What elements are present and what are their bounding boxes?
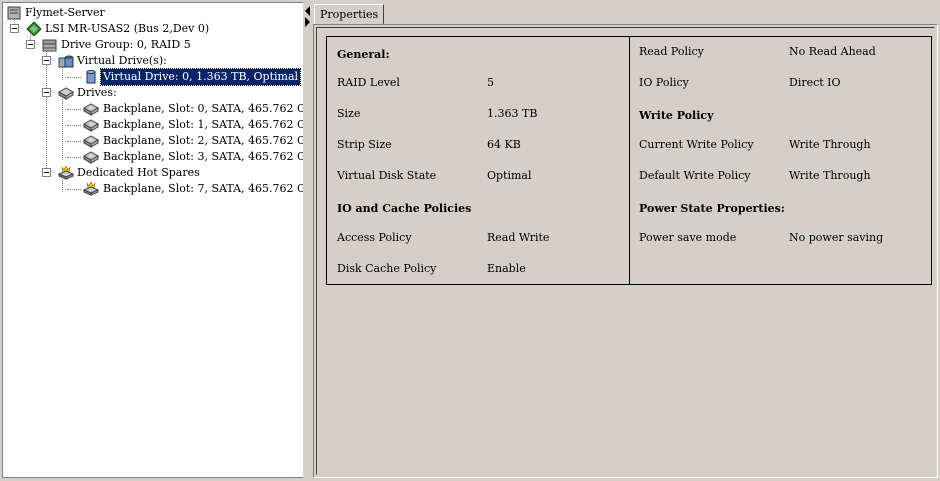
collapse-toggle-icon[interactable] bbox=[42, 56, 51, 65]
power-save-label: Power save mode bbox=[639, 231, 737, 244]
drives-icon bbox=[58, 87, 74, 100]
tree-item-label: Backplane, Slot: 7, SATA, 465.762 GB, De bbox=[103, 182, 303, 195]
raid-level-value: 5 bbox=[487, 76, 494, 89]
drive-group-icon bbox=[42, 39, 57, 52]
raid-level-label: RAID Level bbox=[337, 76, 400, 89]
io-policy-label: IO Policy bbox=[639, 76, 689, 89]
tree-item-label: Backplane, Slot: 2, SATA, 465.762 GB, O: bbox=[103, 134, 303, 147]
tree-item-label: Backplane, Slot: 1, SATA, 465.762 GB, O: bbox=[103, 118, 303, 131]
strip-size-label: Strip Size bbox=[337, 138, 392, 151]
disk-cache-label: Disk Cache Policy bbox=[337, 262, 437, 275]
disk-cache-value: Enable bbox=[487, 262, 526, 275]
hard-disk-icon bbox=[83, 151, 99, 164]
collapse-left-icon[interactable] bbox=[305, 6, 310, 16]
tree-item-label: Virtual Drive: 0, 1.363 TB, Optimal bbox=[99, 68, 302, 86]
tree-item-label: Backplane, Slot: 3, SATA, 465.762 GB, O: bbox=[103, 150, 303, 163]
tree-item-label: Drives: bbox=[77, 86, 117, 99]
device-tree[interactable]: Flymet-Server LSI MR-USAS2 (Bus 2,Dev 0)… bbox=[2, 2, 304, 478]
properties-panel: General: RAID Level 5 Size 1.363 TB Stri… bbox=[313, 24, 938, 478]
default-write-value: Write Through bbox=[789, 169, 871, 182]
collapse-toggle-icon[interactable] bbox=[42, 88, 51, 97]
size-label: Size bbox=[337, 107, 361, 120]
tree-item-label: Virtual Drive(s): bbox=[77, 54, 167, 67]
read-policy-label: Read Policy bbox=[639, 45, 704, 58]
hard-disk-icon bbox=[83, 135, 99, 148]
io-cache-heading: IO and Cache Policies bbox=[337, 202, 472, 215]
power-heading: Power State Properties: bbox=[639, 202, 785, 215]
default-write-label: Default Write Policy bbox=[639, 169, 751, 182]
hard-disk-icon bbox=[83, 103, 99, 116]
server-icon bbox=[7, 6, 21, 20]
properties-table: General: RAID Level 5 Size 1.363 TB Stri… bbox=[326, 36, 932, 285]
size-value: 1.363 TB bbox=[487, 107, 538, 120]
properties-panel-inner: General: RAID Level 5 Size 1.363 TB Stri… bbox=[316, 27, 935, 475]
general-heading: General: bbox=[337, 48, 390, 61]
current-write-label: Current Write Policy bbox=[639, 138, 754, 151]
column-divider bbox=[629, 37, 630, 284]
vd-state-label: Virtual Disk State bbox=[337, 169, 437, 182]
controller-icon bbox=[26, 22, 42, 36]
hard-disk-icon bbox=[83, 119, 99, 132]
vd-state-value: Optimal bbox=[487, 169, 532, 182]
read-policy-value: No Read Ahead bbox=[789, 45, 876, 58]
io-policy-value: Direct IO bbox=[789, 76, 841, 89]
pane-splitter[interactable] bbox=[303, 0, 311, 481]
collapse-toggle-icon[interactable] bbox=[42, 168, 51, 177]
hot-spare-disk-icon bbox=[83, 182, 99, 196]
tree-item-label: Flymet-Server bbox=[25, 6, 105, 19]
tree-item-label: Drive Group: 0, RAID 5 bbox=[61, 38, 191, 51]
tree-item-label: LSI MR-USAS2 (Bus 2,Dev 0) bbox=[45, 22, 210, 35]
power-save-value: No power saving bbox=[789, 231, 884, 244]
tab-properties[interactable]: Properties bbox=[314, 4, 385, 24]
write-policy-heading: Write Policy bbox=[639, 109, 714, 122]
collapse-toggle-icon[interactable] bbox=[10, 24, 19, 33]
current-write-value: Write Through bbox=[789, 138, 871, 151]
virtual-drives-icon bbox=[58, 55, 74, 68]
tab-bar: Properties bbox=[311, 2, 938, 24]
access-policy-label: Access Policy bbox=[337, 231, 412, 244]
virtual-disk-icon bbox=[86, 70, 96, 84]
expand-right-icon[interactable] bbox=[305, 17, 310, 27]
tree-item-label: Dedicated Hot Spares bbox=[77, 166, 200, 179]
access-policy-value: Read Write bbox=[487, 231, 550, 244]
tree-item-label: Backplane, Slot: 0, SATA, 465.762 GB, O: bbox=[103, 102, 303, 115]
strip-size-value: 64 KB bbox=[487, 138, 521, 151]
collapse-toggle-icon[interactable] bbox=[26, 40, 35, 49]
hot-spare-icon bbox=[58, 166, 74, 180]
